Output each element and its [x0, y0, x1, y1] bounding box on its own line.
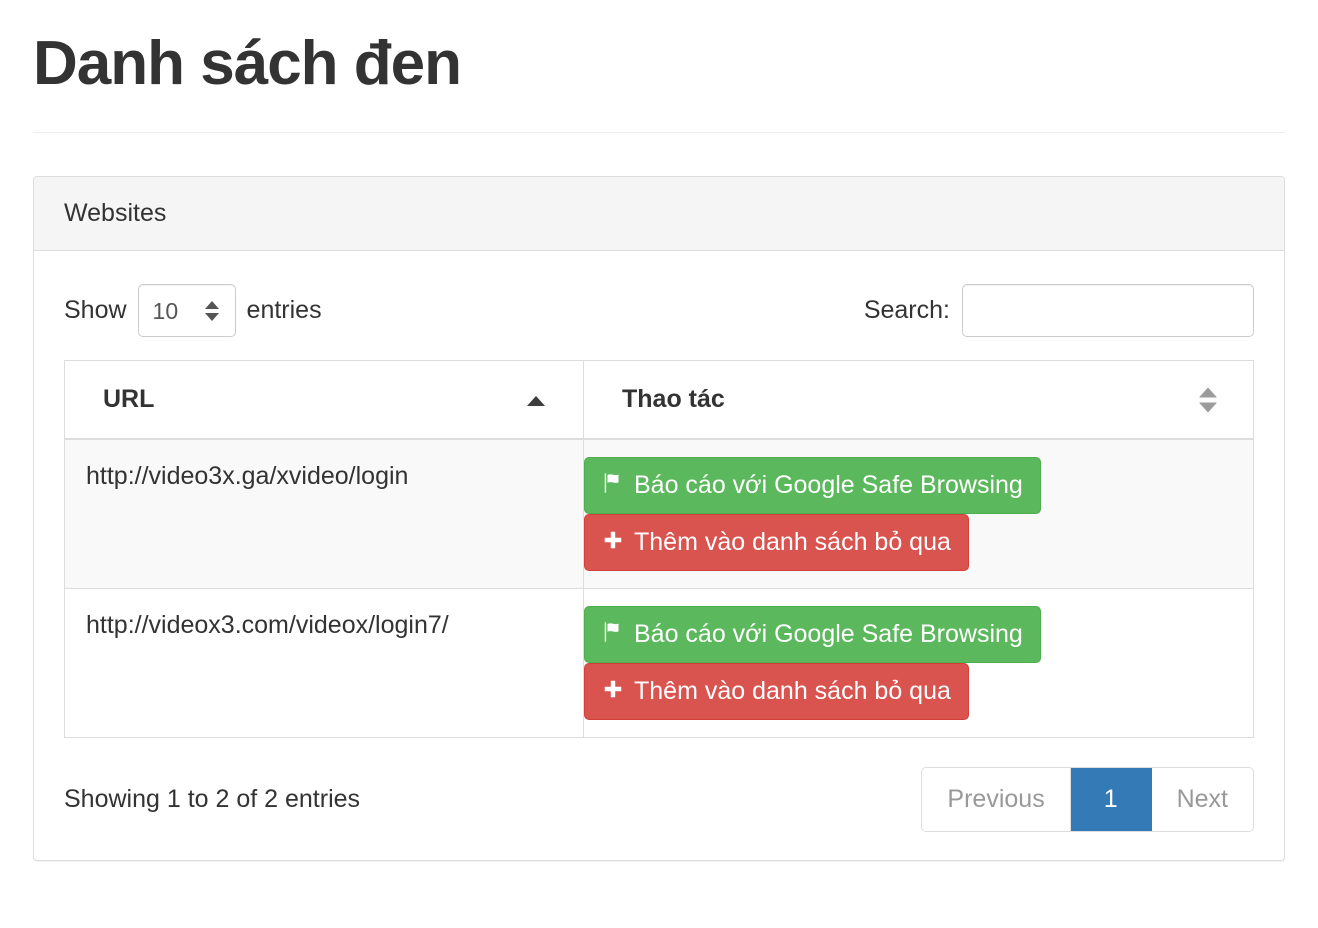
report-safe-browsing-label: Báo cáo với Google Safe Browsing [634, 619, 1023, 648]
cell-actions: Báo cáo với Google Safe Browsing Thêm và… [583, 588, 1254, 738]
caret-updown-icon [1199, 387, 1217, 413]
pagination: Previous 1 Next [921, 767, 1254, 833]
column-header-actions[interactable]: Thao tác [583, 360, 1254, 441]
table-head: URL Thao tác [64, 360, 1254, 441]
datatable-controls: Show 10 25 50 100 entries [64, 271, 1254, 338]
column-header-url-label: URL [103, 385, 155, 414]
action-whitelist-wrapper: Thêm vào danh sách bỏ qua [584, 514, 1233, 572]
show-label: Show [64, 296, 127, 325]
websites-table: URL Thao tác http://video3x.ga/xvideo/lo… [64, 360, 1254, 739]
caret-up-icon [527, 395, 545, 406]
datatable-footer: Showing 1 to 2 of 2 entries Previous 1 N… [64, 767, 1254, 833]
table-body: http://video3x.ga/xvideo/login Báo cáo v… [64, 438, 1254, 738]
action-report-wrapper: Báo cáo với Google Safe Browsing [584, 457, 1233, 515]
search-filter-control: Search: [863, 284, 1254, 338]
report-safe-browsing-button[interactable]: Báo cáo với Google Safe Browsing [584, 457, 1041, 515]
add-to-ignore-list-button[interactable]: Thêm vào danh sách bỏ qua [584, 514, 969, 572]
websites-panel: Websites Show 10 25 50 100 [33, 176, 1285, 862]
column-header-actions-label: Thao tác [622, 385, 725, 414]
cell-url: http://video3x.ga/xvideo/login [64, 438, 584, 589]
report-safe-browsing-label: Báo cáo với Google Safe Browsing [634, 470, 1023, 499]
title-divider [33, 132, 1285, 134]
table-header-row: URL Thao tác [64, 360, 1254, 441]
plus-icon [602, 529, 624, 555]
cell-url: http://videox3.com/videox/login7/ [64, 588, 584, 738]
entries-info: Showing 1 to 2 of 2 entries [64, 785, 361, 814]
column-header-url[interactable]: URL [64, 360, 584, 441]
add-to-ignore-list-label: Thêm vào danh sách bỏ qua [634, 676, 951, 705]
add-to-ignore-list-button[interactable]: Thêm vào danh sách bỏ qua [584, 663, 969, 721]
entries-length-control: Show 10 25 50 100 entries [64, 284, 322, 338]
page-title: Danh sách đen [33, 29, 462, 98]
table-row: http://videox3.com/videox/login7/ Báo cá… [64, 588, 1254, 738]
add-to-ignore-list-label: Thêm vào danh sách bỏ qua [634, 527, 951, 556]
action-report-wrapper: Báo cáo với Google Safe Browsing [584, 606, 1233, 664]
entries-length-select[interactable]: 10 25 50 100 [137, 284, 236, 338]
pagination-next[interactable]: Next [1151, 768, 1253, 832]
entries-label: entries [246, 296, 322, 325]
panel-heading: Websites [34, 177, 1284, 252]
search-label: Search: [863, 296, 950, 325]
length-select-wrapper: 10 25 50 100 [137, 284, 236, 338]
table-row: http://video3x.ga/xvideo/login Báo cáo v… [64, 438, 1254, 589]
pagination-previous[interactable]: Previous [922, 768, 1071, 832]
pagination-page-1[interactable]: 1 [1070, 768, 1152, 832]
search-input[interactable] [962, 284, 1254, 338]
action-whitelist-wrapper: Thêm vào danh sách bỏ qua [584, 663, 1233, 721]
report-safe-browsing-button[interactable]: Báo cáo với Google Safe Browsing [584, 606, 1041, 664]
flag-icon [602, 472, 624, 498]
cell-actions: Báo cáo với Google Safe Browsing Thêm và… [583, 438, 1254, 589]
flag-icon [602, 621, 624, 647]
panel-title: Websites [64, 199, 167, 228]
panel-body: Show 10 25 50 100 entries [34, 251, 1284, 860]
plus-icon [602, 678, 624, 704]
page-container: Danh sách đen Websites Show 10 25 50 100 [0, 0, 1318, 862]
